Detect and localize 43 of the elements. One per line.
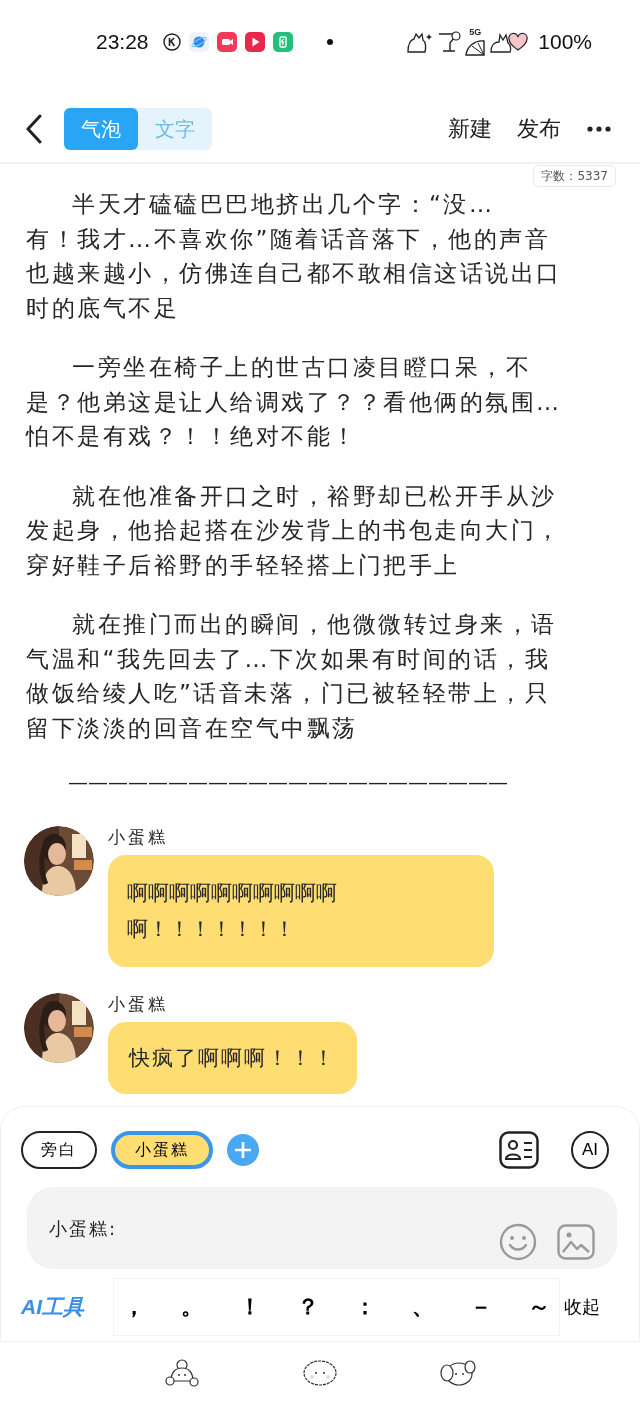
battery-level: 100% [538,30,592,54]
role-chip[interactable]: 小蛋糕 [111,1131,213,1169]
message-bubble: 快疯了啊啊啊！！！ [108,1022,357,1094]
role-chip[interactable]: 旁白 [21,1131,97,1169]
back-icon[interactable] [24,114,44,144]
dash-divider: —————————————————————— [68,770,509,794]
clock-time: 23:28 [96,30,149,54]
punctuation-key[interactable]: ！ [237,1292,262,1322]
notification-dot [326,39,333,45]
smiley-icon[interactable] [499,1223,537,1261]
sender-name: 小蛋糕 [108,826,168,848]
planet-icon [188,32,209,52]
add-icon[interactable] [227,1134,259,1166]
network-label: 5G [469,27,482,37]
more-icon[interactable] [586,125,612,133]
sender-name: 小蛋糕 [108,993,168,1015]
k-icon [162,33,181,51]
collapse-button[interactable]: 收起 [564,1295,600,1319]
header-action[interactable]: 发布 [517,114,561,144]
contact-card-icon[interactable] [499,1131,539,1169]
dog-icon[interactable] [164,1359,200,1387]
punctuation-key[interactable]: ？ [295,1292,320,1322]
story-paragraph: 一旁坐在椅子上的世古口凌目瞪口呆，不 是？他弟这是让人给调戏了？？看他俩的氛围… 怕不是有戏？！！绝对不能！ [26,353,563,451]
punctuation-key[interactable]: ， [122,1292,146,1322]
message-bubble: 啊啊啊啊啊啊啊啊啊啊 啊！！！！！！！ [108,855,494,967]
punctuation-key[interactable]: ： [353,1292,378,1322]
message-input[interactable]: 小蛋糕: [27,1187,617,1269]
story-paragraph: 半天才磕磕巴巴地挤出几个字：“没… 有！我才…不喜欢你”随着话音落下，他的声音 也越来越小，仿佛连自己都不敢相信这话说出口 时的底气不足 [26,190,563,323]
dog-icon[interactable] [302,1359,338,1387]
ai-button[interactable]: AI [571,1131,609,1169]
camera-app-icon [216,32,237,52]
story-paragraph: 就在推门而出的瞬间，他微微转过身来，语 气温和“我先回去了…下次如果有时间的话，我 做饭给绫人吃”话音未落，门已被轻轻带上，只 留下淡淡的回音在空气中飘荡 [26,610,558,743]
punctuation-key[interactable]: 。 [179,1292,204,1322]
punctuation-key[interactable]: ～ [526,1292,551,1322]
header-action[interactable]: 新建 [448,114,492,144]
punctuation-key[interactable]: 、 [411,1292,436,1322]
play-icon [244,32,265,52]
word-count: 字数：5337 [533,165,616,187]
punctuation-key[interactable]: － [469,1292,494,1322]
image-icon[interactable] [557,1224,595,1260]
dog-icon[interactable] [440,1359,476,1387]
battery-app-icon [272,32,293,52]
story-paragraph: 就在他准备开口之时，裕野却已松开手从沙 发起身，他拾起搭在沙发背上的书包走向大门， 穿好鞋子后裕野的手轻轻搭上门把手上 [26,481,563,580]
